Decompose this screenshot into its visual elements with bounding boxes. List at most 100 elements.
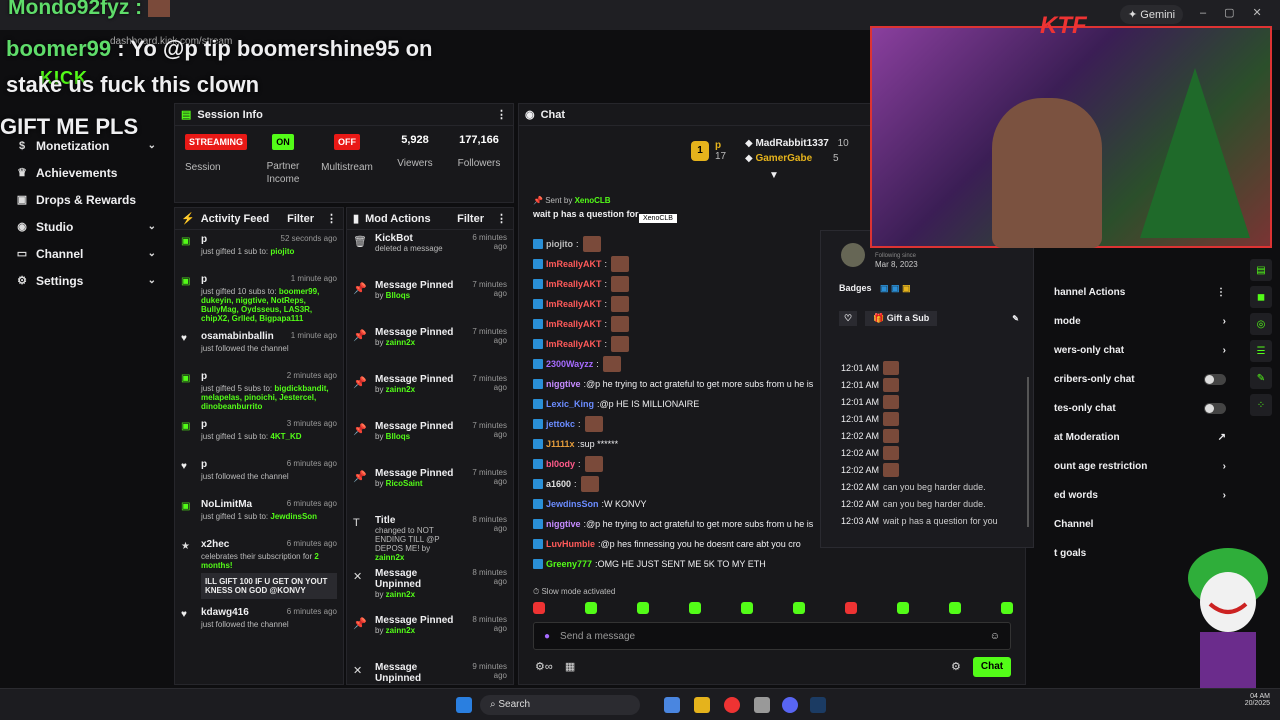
chat-username[interactable]: ImReallyAKT (546, 339, 602, 349)
activity-item[interactable]: ▣ p 52 seconds ago just gifted 1 sub to: pi… (175, 230, 343, 270)
activity-username[interactable]: NoLimitMa (201, 499, 252, 510)
chat-message[interactable]: JewdinsSon: W KONVY (519, 494, 819, 514)
channel-action-row[interactable]: ount age restriction › (1036, 452, 1240, 481)
chat-message[interactable]: niggtive: @p he trying to act grateful t… (519, 514, 819, 534)
activity-username[interactable]: p (201, 419, 207, 430)
windows-start-icon[interactable] (456, 697, 472, 713)
chat-message[interactable]: Greeny777: OMG HE JUST SENT ME 5K TO MY … (519, 554, 819, 574)
chat-username[interactable]: Lexic_King (546, 399, 594, 409)
emote-button[interactable] (689, 602, 701, 614)
activity-item[interactable]: ★ x2hec 6 minutes ago celebrates their subs… (175, 535, 343, 603)
chat-username[interactable]: niggtive (546, 519, 581, 529)
discord-icon[interactable] (782, 697, 798, 713)
emote-button[interactable] (533, 602, 545, 614)
channel-action-row[interactable]: cribers-only chat (1036, 365, 1240, 394)
chevron-right-icon[interactable]: › (1223, 345, 1226, 356)
activity-item[interactable]: ▣ NoLimitMa 6 minutes ago just gifted 1 sub… (175, 495, 343, 535)
folder-icon[interactable] (694, 697, 710, 713)
chat-message[interactable]: jettokc: (519, 414, 819, 434)
chat-username[interactable]: ImReallyAKT (546, 259, 602, 269)
emote-button[interactable] (585, 602, 597, 614)
taskbar-clock[interactable]: 04 AM 20/2025 (1210, 693, 1270, 707)
chevron-right-icon[interactable]: › (1223, 461, 1226, 472)
chat-message[interactable]: ImReallyAKT: (519, 314, 819, 334)
chevron-right-icon[interactable]: › (1223, 316, 1226, 327)
channel-action-row[interactable]: wers-only chat › (1036, 336, 1240, 365)
emote-button[interactable] (741, 602, 753, 614)
chat-input[interactable]: ● Send a message ☺ (533, 622, 1011, 650)
mod-filter-button[interactable]: Filter (457, 213, 484, 225)
activity-username[interactable]: p (201, 234, 207, 245)
chat-message[interactable]: ImReallyAKT: (519, 294, 819, 314)
wrench-icon[interactable]: ✎ (1250, 367, 1272, 389)
mod-action-item[interactable]: 📌 Message Pinned by RicoSaint 7 minutes ago (347, 465, 513, 512)
window-controls[interactable]: –▢✕ (1200, 6, 1280, 19)
moderator-name[interactable]: RicoSaint (386, 479, 423, 488)
pin-icon[interactable]: ✎ (1012, 314, 1019, 323)
more-options-icon[interactable]: ⋮ (496, 108, 507, 121)
mic-icon[interactable]: ● (544, 631, 550, 642)
chat-bubble-icon[interactable]: ◼ (1250, 286, 1272, 308)
chat-username[interactable]: 2300Wayzz (546, 359, 593, 369)
chat-username[interactable]: Greeny777 (546, 559, 592, 569)
chat-message[interactable]: ImReallyAKT: (519, 274, 819, 294)
list-icon[interactable]: ☰ (1250, 340, 1272, 362)
gift-leaderboard[interactable]: 1 p 17 (691, 140, 726, 162)
sidebar-item-channel[interactable]: ▭ Channel ⌄ (0, 240, 172, 267)
scrollbar[interactable] (1027, 377, 1029, 527)
moderator-name[interactable]: Blloqs (386, 432, 410, 441)
chat-message[interactable]: piojito: (519, 234, 819, 254)
mod-action-item[interactable]: 📌 Message Pinned by Blloqs 7 minutes ago (347, 418, 513, 465)
more-options-icon[interactable]: ⋮ (326, 212, 337, 225)
emote-button[interactable] (793, 602, 805, 614)
chrome-icon[interactable] (724, 697, 740, 713)
broadcast-icon[interactable]: ◎ (1250, 313, 1272, 335)
emoji-icon[interactable]: ☺ (990, 631, 1000, 642)
mod-action-item[interactable]: 🗑 KickBot deleted a message 6 minutes ago (347, 230, 513, 277)
channel-action-row[interactable]: at Moderation ↗ (1036, 423, 1240, 452)
external-link-icon[interactable]: ↗ (1218, 432, 1226, 443)
chat-username[interactable]: jettokc (546, 419, 575, 429)
moderator-name[interactable]: zainn2x (386, 590, 415, 599)
chat-message[interactable]: J1111x: sup ****** (519, 434, 819, 454)
emote-button[interactable] (845, 602, 857, 614)
document-icon[interactable]: ▤ (1250, 259, 1272, 281)
activity-item[interactable]: ▣ p 3 minutes ago just gifted 1 sub to: 4KT… (175, 415, 343, 455)
emote-bar[interactable] (533, 602, 1013, 616)
activity-username[interactable]: osamabinballin (201, 331, 274, 342)
chat-message[interactable]: ImReallyAKT: (519, 254, 819, 274)
gear-icon[interactable]: ⚙ (951, 660, 961, 673)
emote-button[interactable] (897, 602, 909, 614)
emote-button[interactable] (637, 602, 649, 614)
activity-item[interactable]: ▣ p 1 minute ago just gifted 10 subs to: bo… (175, 270, 343, 327)
channel-action-row[interactable]: ed words › (1036, 481, 1240, 510)
partner-badge[interactable]: ON (272, 134, 294, 150)
chat-username[interactable]: ImReallyAKT (546, 279, 602, 289)
activity-username[interactable]: kdawg416 (201, 607, 249, 618)
channel-action-row[interactable]: Channel (1036, 510, 1240, 539)
mod-action-item[interactable]: T Title changed to NOT ENDING TILL @P DEPO… (347, 512, 513, 565)
toggle-switch[interactable] (1204, 374, 1226, 385)
sidebar-item-studio[interactable]: ◉ Studio ⌄ (0, 213, 172, 240)
gemini-button[interactable]: ✦ Gemini (1120, 5, 1184, 24)
mod-action-item[interactable]: 📌 Message Pinned by zainn2x 7 minutes ago (347, 324, 513, 371)
emote-button[interactable] (1001, 602, 1013, 614)
activity-filter-button[interactable]: Filter (287, 213, 314, 225)
chat-username[interactable]: niggtive (546, 379, 581, 389)
sidebar-item-achievements[interactable]: ♛ Achievements (0, 159, 172, 186)
chat-message[interactable]: Lexic_King: @p HE IS MILLIONAIRE (519, 394, 819, 414)
follow-heart-icon[interactable]: ♡ (839, 310, 858, 326)
more-options-icon[interactable]: ⋮ (1216, 287, 1226, 298)
moderator-name[interactable]: zainn2x (386, 626, 415, 635)
activity-item[interactable]: ♥ osamabinballin 1 minute ago just followed… (175, 327, 343, 367)
more-options-icon[interactable]: ⋮ (496, 212, 507, 225)
moderator-name[interactable]: zainn2x (375, 553, 404, 562)
channel-action-row[interactable]: mode › (1036, 307, 1240, 336)
grid-icon[interactable]: ⁘ (1250, 394, 1272, 416)
chat-message[interactable]: LuvHumble: @p hes finnessing you he does… (519, 534, 819, 554)
moderator-name[interactable]: zainn2x (386, 338, 415, 347)
mod-action-item[interactable]: ✕ Message Unpinned 9 minutes ago (347, 659, 513, 684)
activity-item[interactable]: ♥ p 6 minutes ago just followed the channel (175, 455, 343, 495)
app-icon[interactable] (754, 697, 770, 713)
channel-action-row[interactable]: tes-only chat (1036, 394, 1240, 423)
